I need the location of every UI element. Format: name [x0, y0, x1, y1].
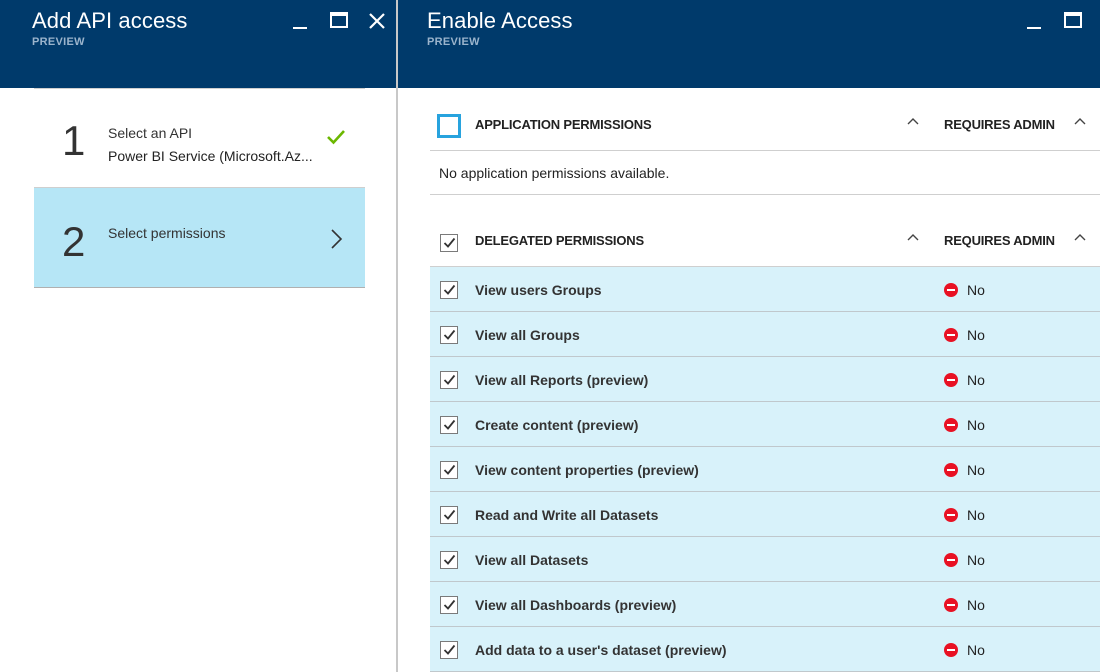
permission-checkbox[interactable]: [440, 326, 458, 344]
permission-checkbox[interactable]: [440, 641, 458, 659]
empty-message: No application permissions available.: [439, 165, 670, 181]
permission-row[interactable]: Read and Write all Datasets No: [430, 492, 1100, 537]
permission-checkbox[interactable]: [440, 461, 458, 479]
requires-admin-value: No: [967, 372, 985, 388]
requires-admin-value: No: [967, 552, 985, 568]
stop-icon: [944, 328, 958, 342]
checkmark-icon: [443, 644, 456, 655]
permission-name: View all Datasets: [475, 552, 589, 568]
permission-name: View content properties (preview): [475, 462, 699, 478]
step-number: 1: [62, 117, 86, 164]
checkmark-icon: [443, 554, 456, 565]
chevron-up-icon[interactable]: [906, 116, 920, 126]
chevron-up-icon[interactable]: [906, 232, 920, 242]
permission-row[interactable]: View content properties (preview) No: [430, 447, 1100, 492]
chevron-up-icon[interactable]: [1073, 116, 1087, 126]
permission-row[interactable]: View users Groups No: [430, 267, 1100, 312]
permission-name: Add data to a user's dataset (preview): [475, 642, 727, 658]
checkmark-icon: [443, 599, 456, 610]
requires-admin-value: No: [967, 462, 985, 478]
checkmark-icon: [443, 509, 456, 520]
permission-name: Read and Write all Datasets: [475, 507, 659, 523]
stop-icon: [944, 283, 958, 297]
empty-state: No application permissions available.: [430, 151, 1100, 195]
blade-header: Add API access PREVIEW: [0, 0, 396, 88]
enable-access-blade: Enable Access PREVIEW APPLICATION PERMIS…: [398, 0, 1100, 672]
delegated-permissions-list: View users Groups No View all Groups No …: [430, 267, 1100, 672]
selected-api-value: Power BI Service (Microsoft.Az...: [108, 148, 313, 164]
stop-icon: [944, 418, 958, 432]
requires-admin-value: No: [967, 597, 985, 613]
section-title: APPLICATION PERMISSIONS: [475, 117, 652, 132]
checkmark-icon: [443, 374, 456, 385]
permission-row[interactable]: View all Groups No: [430, 312, 1100, 357]
close-icon[interactable]: [366, 10, 388, 32]
chevron-up-icon[interactable]: [1073, 232, 1087, 242]
checkmark-icon: [443, 419, 456, 430]
requires-admin-value: No: [967, 507, 985, 523]
step-label: Select an API: [108, 125, 193, 141]
permission-name: View all Groups: [475, 327, 580, 343]
delegated-permissions-checkbox[interactable]: [440, 234, 458, 252]
step-select-api[interactable]: 1 Select an API Power BI Service (Micros…: [34, 89, 365, 188]
application-permissions-checkbox[interactable]: [437, 114, 461, 138]
blade-title: Enable Access: [427, 8, 573, 33]
checkmark-icon: [327, 130, 345, 145]
requires-admin-value: No: [967, 327, 985, 343]
stop-icon: [944, 598, 958, 612]
step-label: Select permissions: [108, 225, 226, 241]
checkmark-icon: [443, 329, 456, 340]
chevron-right-icon: [331, 229, 343, 249]
minimize-icon[interactable]: [290, 10, 312, 32]
permission-row[interactable]: View all Datasets No: [430, 537, 1100, 582]
step-select-permissions[interactable]: 2 Select permissions: [34, 188, 365, 288]
add-api-access-blade: Add API access PREVIEW 1 Select an API P…: [0, 0, 396, 672]
permission-row[interactable]: Create content (preview) No: [430, 402, 1100, 447]
permission-name: View users Groups: [475, 282, 602, 298]
blade-title: Add API access: [32, 8, 188, 33]
permission-name: View all Dashboards (preview): [475, 597, 677, 613]
requires-admin-header: REQUIRES ADMIN: [944, 233, 1055, 248]
checkmark-icon: [443, 237, 456, 248]
minimize-icon[interactable]: [1024, 10, 1046, 32]
stop-icon: [944, 508, 958, 522]
permission-name: View all Reports (preview): [475, 372, 649, 388]
blade-subtitle: PREVIEW: [427, 36, 480, 48]
permission-checkbox[interactable]: [440, 416, 458, 434]
stop-icon: [944, 373, 958, 387]
stop-icon: [944, 463, 958, 477]
blade-header: Enable Access PREVIEW: [398, 0, 1100, 88]
application-permissions-header: APPLICATION PERMISSIONS REQUIRES ADMIN: [430, 102, 1100, 151]
requires-admin-value: No: [967, 417, 985, 433]
blade-subtitle: PREVIEW: [32, 36, 85, 48]
requires-admin-value: No: [967, 282, 985, 298]
step-number: 2: [62, 218, 86, 265]
permission-row[interactable]: View all Dashboards (preview) No: [430, 582, 1100, 627]
requires-admin-value: No: [967, 642, 985, 658]
permission-row[interactable]: Add data to a user's dataset (preview) N…: [430, 627, 1100, 672]
permission-checkbox[interactable]: [440, 551, 458, 569]
requires-admin-header: REQUIRES ADMIN: [944, 117, 1055, 132]
maximize-icon[interactable]: [328, 10, 350, 32]
checkmark-icon: [443, 284, 456, 295]
permission-checkbox[interactable]: [440, 506, 458, 524]
maximize-icon[interactable]: [1062, 10, 1084, 32]
checkmark-icon: [443, 464, 456, 475]
permission-checkbox[interactable]: [440, 371, 458, 389]
stop-icon: [944, 643, 958, 657]
delegated-permissions-header: DELEGATED PERMISSIONS REQUIRES ADMIN: [430, 218, 1100, 267]
permission-checkbox[interactable]: [440, 596, 458, 614]
stop-icon: [944, 553, 958, 567]
section-title: DELEGATED PERMISSIONS: [475, 233, 644, 248]
permission-name: Create content (preview): [475, 417, 639, 433]
permission-row[interactable]: View all Reports (preview) No: [430, 357, 1100, 402]
permission-checkbox[interactable]: [440, 281, 458, 299]
